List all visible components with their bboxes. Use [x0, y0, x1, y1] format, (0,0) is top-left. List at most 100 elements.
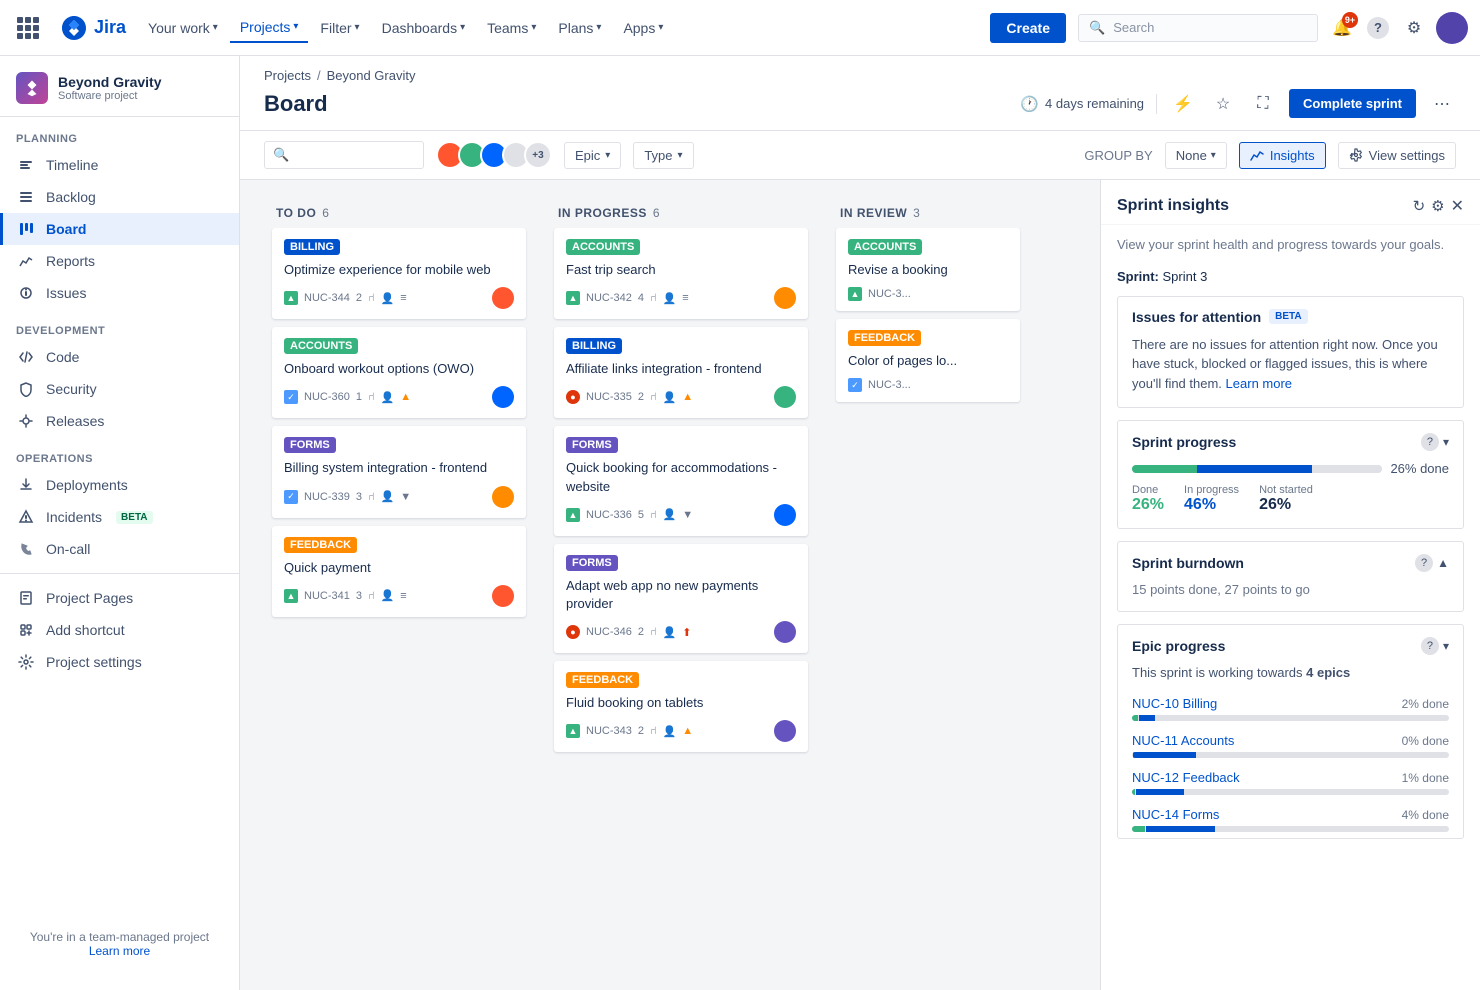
complete-sprint-button[interactable]: Complete sprint	[1289, 89, 1416, 118]
sidebar-item-code[interactable]: Code	[0, 341, 239, 373]
insights-button[interactable]: Insights	[1239, 142, 1326, 169]
help-button[interactable]: ?	[1362, 12, 1394, 44]
card-id: NUC-344	[304, 292, 350, 304]
settings-button[interactable]: ⚙	[1398, 12, 1430, 44]
help-icon[interactable]: ?	[1421, 433, 1439, 451]
card-id: NUC-343	[586, 725, 632, 737]
lightning-button[interactable]: ⚡	[1169, 90, 1197, 118]
breadcrumb-projects[interactable]: Projects	[264, 68, 311, 83]
settings-icon[interactable]: ⚙	[1431, 197, 1444, 215]
avatar-more[interactable]: +3	[524, 141, 552, 169]
epic-pct-accounts: 0% done	[1402, 734, 1449, 748]
sidebar-item-incidents[interactable]: Incidents BETA	[0, 501, 239, 533]
epic-name-accounts[interactable]: NUC-11 Accounts	[1132, 733, 1234, 748]
nav-apps[interactable]: Apps▾	[613, 14, 673, 42]
epic-name-feedback[interactable]: NUC-12 Feedback	[1132, 770, 1240, 785]
insights-header-actions: ↻ ⚙ ✕	[1413, 196, 1464, 216]
card-nuc-341[interactable]: FEEDBACK Quick payment ▲ NUC-341 3 ⑁ 👤 ≡	[272, 526, 526, 617]
nav-filter[interactable]: Filter▾	[310, 14, 369, 42]
person-icon: 👤	[663, 725, 677, 738]
sidebar-item-label: Add shortcut	[46, 622, 125, 638]
notification-button[interactable]: 🔔 9+	[1326, 12, 1358, 44]
board-search-input[interactable]	[295, 148, 415, 163]
branch-icon: ⑁	[650, 509, 657, 521]
branch-icon: ⑁	[368, 590, 375, 602]
progress-pct-label: 26% done	[1390, 461, 1449, 476]
breadcrumb-project[interactable]: Beyond Gravity	[327, 68, 416, 83]
refresh-icon[interactable]: ↻	[1413, 197, 1426, 215]
board-icon	[16, 221, 36, 237]
expand-icon[interactable]: ▾	[1443, 639, 1449, 653]
issues-learn-more[interactable]: Learn more	[1226, 376, 1292, 391]
card-meta-num: 2	[638, 725, 644, 737]
sidebar-item-project-pages[interactable]: Project Pages	[0, 582, 239, 614]
user-avatar[interactable]	[1436, 12, 1468, 44]
card-nuc-335[interactable]: BILLING Affiliate links integration - fr…	[554, 327, 808, 418]
sidebar-item-issues[interactable]: Issues	[0, 277, 239, 309]
card-icon: ✓	[284, 390, 298, 404]
column-header-todo: TO DO 6	[264, 196, 534, 228]
nav-projects[interactable]: Projects▾	[230, 13, 309, 43]
sidebar-item-timeline[interactable]: Timeline	[0, 149, 239, 181]
card-avatar	[774, 504, 796, 526]
waffle-menu[interactable]	[12, 12, 44, 44]
down-icon: ▼	[682, 509, 693, 521]
sidebar-item-project-settings[interactable]: Project settings	[0, 646, 239, 678]
star-button[interactable]: ☆	[1209, 90, 1237, 118]
card-footer: ▲ NUC-344 2 ⑁ 👤 ≡	[284, 287, 514, 309]
card-color[interactable]: FEEDBACK Color of pages lo... ✓ NUC-3...	[836, 319, 1020, 402]
sprint-keyword: Sprint:	[1117, 269, 1159, 284]
create-button[interactable]: Create	[990, 13, 1066, 43]
footer-link[interactable]: Learn more	[89, 944, 150, 958]
column-inreview: IN REVIEW 3 ACCOUNTS Revise a booking ▲ …	[828, 196, 1028, 410]
fullscreen-button[interactable]: ⛶	[1249, 90, 1277, 118]
sidebar-item-security[interactable]: Security	[0, 373, 239, 405]
nav-dashboards[interactable]: Dashboards▾	[372, 14, 476, 42]
card-nuc-346[interactable]: FORMS Adapt web app no new payments prov…	[554, 544, 808, 653]
view-settings-button[interactable]: View settings	[1338, 142, 1456, 169]
board-title-row: Board 🕐 4 days remaining ⚡ ☆ ⛶ Complete …	[264, 89, 1456, 130]
card-revise[interactable]: ACCOUNTS Revise a booking ▲ NUC-3...	[836, 228, 1020, 311]
burndown-text: 15 points done, 27 points to go	[1132, 582, 1449, 597]
groupby-none-button[interactable]: None ▾	[1165, 142, 1227, 169]
progress-done-bar	[1132, 465, 1197, 473]
expand-icon[interactable]: ▲	[1437, 556, 1449, 570]
type-filter[interactable]: Type ▾	[633, 142, 693, 169]
top-navigation: Jira Your work▾ Projects▾ Filter▾ Dashbo…	[0, 0, 1480, 56]
sidebar-item-reports[interactable]: Reports	[0, 245, 239, 277]
epic-name-forms[interactable]: NUC-14 Forms	[1132, 807, 1219, 822]
column-title-inprogress: IN PROGRESS	[558, 206, 647, 220]
more-actions-button[interactable]: ⋯	[1428, 90, 1456, 118]
epic-item-forms: NUC-14 Forms 4% done	[1118, 801, 1463, 838]
card-nuc-343[interactable]: FEEDBACK Fluid booking on tablets ▲ NUC-…	[554, 661, 808, 752]
epic-track-billing	[1132, 715, 1449, 721]
sidebar-item-add-shortcut[interactable]: Add shortcut	[0, 614, 239, 646]
sidebar-item-label: Releases	[46, 413, 104, 429]
project-info[interactable]: Beyond Gravity Software project	[0, 56, 239, 117]
nav-your-work[interactable]: Your work▾	[138, 14, 228, 42]
sidebar-item-board[interactable]: Board	[0, 213, 239, 245]
sidebar-item-deployments[interactable]: Deployments	[0, 469, 239, 501]
epic-name-billing[interactable]: NUC-10 Billing	[1132, 696, 1217, 711]
search-box[interactable]: 🔍 Search	[1078, 14, 1318, 42]
close-icon[interactable]: ✕	[1451, 196, 1464, 216]
help-icon[interactable]: ?	[1421, 637, 1439, 655]
collapse-icon[interactable]: ▾	[1443, 435, 1449, 449]
epic-filter[interactable]: Epic ▾	[564, 142, 621, 169]
column-cards-inprogress: ACCOUNTS Fast trip search ▲ NUC-342 4 ⑁ …	[546, 228, 816, 760]
card-nuc-344[interactable]: BILLING Optimize experience for mobile w…	[272, 228, 526, 319]
sidebar-item-oncall[interactable]: On-call	[0, 533, 239, 565]
card-nuc-360[interactable]: ACCOUNTS Onboard workout options (OWO) ✓…	[272, 327, 526, 418]
toolbar-search[interactable]: 🔍	[264, 141, 424, 169]
card-nuc-336[interactable]: FORMS Quick booking for accommodations -…	[554, 426, 808, 535]
epic-done-bar	[1132, 789, 1135, 795]
jira-logo[interactable]: Jira	[52, 14, 134, 42]
nav-plans[interactable]: Plans▾	[548, 14, 611, 42]
person-icon: 👤	[381, 292, 395, 305]
help-icon[interactable]: ?	[1415, 554, 1433, 572]
card-nuc-342[interactable]: ACCOUNTS Fast trip search ▲ NUC-342 4 ⑁ …	[554, 228, 808, 319]
card-nuc-339[interactable]: FORMS Billing system integration - front…	[272, 426, 526, 517]
nav-teams[interactable]: Teams▾	[477, 14, 546, 42]
sidebar-item-backlog[interactable]: Backlog	[0, 181, 239, 213]
sidebar-item-releases[interactable]: Releases	[0, 405, 239, 437]
